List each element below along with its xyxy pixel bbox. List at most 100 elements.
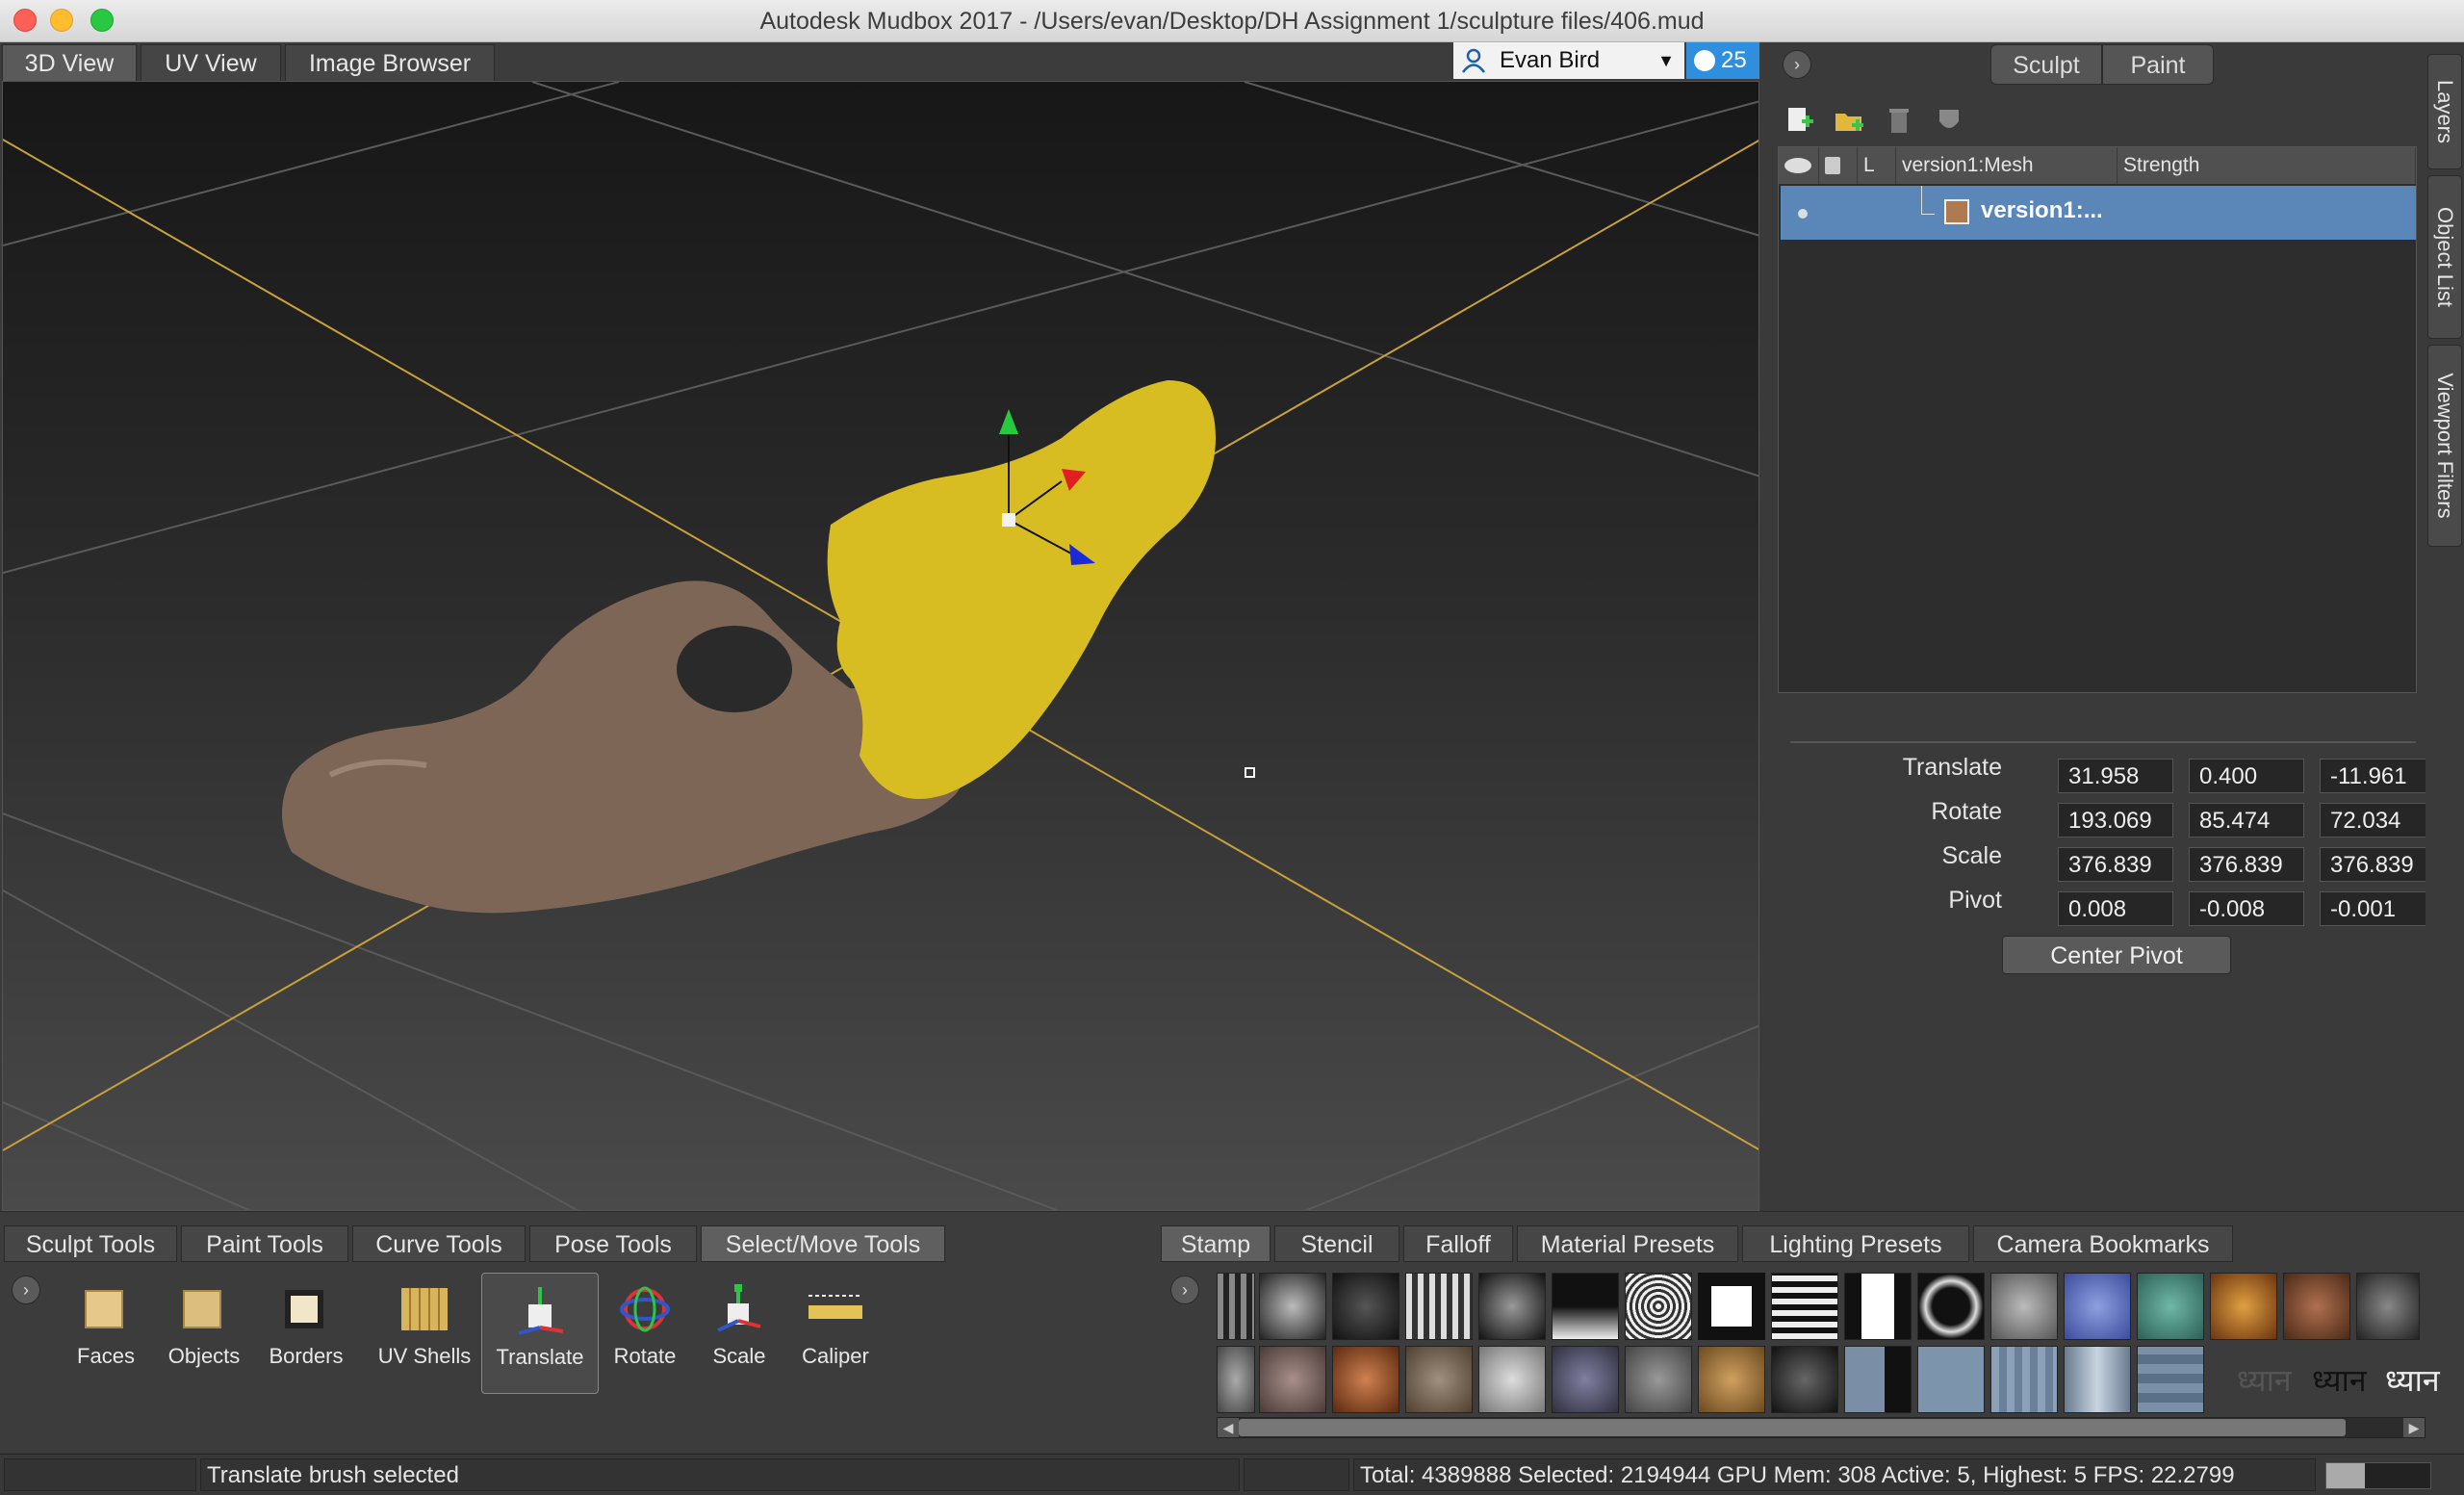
tab-pose-tools[interactable]: Pose Tools <box>529 1225 697 1262</box>
rotate-label: Rotate <box>1931 798 2002 825</box>
stamp-text-thumbnail[interactable]: ध्यान <box>2385 1359 2440 1401</box>
tab-stamp[interactable]: Stamp <box>1161 1225 1270 1262</box>
cursor-marker <box>1245 767 1255 778</box>
translate-tool-label: Translate <box>496 1345 584 1369</box>
objects-tool-button[interactable]: Objects <box>156 1273 252 1388</box>
stamp-thumbnail[interactable] <box>1405 1346 1473 1413</box>
stamp-thumbnail[interactable] <box>1771 1346 1838 1413</box>
eye-icon <box>1784 158 1811 173</box>
pivot-y-field[interactable]: -0.008 <box>2189 891 2304 926</box>
tab-curve-tools[interactable]: Curve Tools <box>352 1225 526 1262</box>
tab-uv-view[interactable]: UV View <box>141 44 281 81</box>
stamp-thumbnail[interactable] <box>1625 1273 1692 1340</box>
notifications-badge[interactable]: 25 <box>1686 42 1759 79</box>
stamp-thumbnail[interactable] <box>2137 1346 2204 1413</box>
translate-tool-button[interactable]: Translate <box>481 1273 599 1394</box>
stamp-thumbnail[interactable] <box>2064 1273 2131 1340</box>
uv-shells-tool-button[interactable]: UV Shells <box>372 1273 477 1388</box>
delete-layer-icon[interactable] <box>1883 104 1915 137</box>
layers-table: L version1:Mesh Strength version1:... <box>1778 146 2417 693</box>
stamp-thumbnail[interactable] <box>1917 1273 1985 1340</box>
stamp-thumbnail[interactable] <box>1771 1273 1838 1340</box>
stamp-thumbnail[interactable] <box>1332 1346 1399 1413</box>
stamp-thumbnail[interactable] <box>1917 1346 1985 1413</box>
uv-shells-tool-label: UV Shells <box>377 1344 472 1368</box>
pivot-x-field[interactable]: 0.008 <box>2058 891 2173 926</box>
tool-tray-expand-button[interactable]: › <box>12 1276 40 1304</box>
stamp-thumbnail[interactable] <box>1478 1346 1546 1413</box>
stamp-text-thumbnail[interactable]: ध्यान <box>2237 1359 2292 1401</box>
tab-3d-view[interactable]: 3D View <box>2 44 137 81</box>
stamp-thumbnail[interactable] <box>1217 1346 1255 1413</box>
stamp-thumbnail[interactable] <box>1478 1273 1546 1340</box>
translate-x-field[interactable]: 31.958 <box>2058 759 2173 793</box>
stamp-tray-expand-button[interactable]: › <box>1170 1276 1199 1304</box>
scale-y-field[interactable]: 376.839 <box>2189 847 2304 882</box>
mask-layer-icon[interactable] <box>1933 104 1965 137</box>
collapse-panel-button[interactable]: › <box>1783 50 1811 79</box>
stamp-thumbnail[interactable] <box>2356 1273 2420 1340</box>
tab-select-move-tools[interactable]: Select/Move Tools <box>701 1225 945 1262</box>
rotate-z-field[interactable]: 72.034 <box>2320 803 2435 838</box>
tab-object-list[interactable]: Object List <box>2427 175 2462 339</box>
side-tab-strip: Layers Object List Viewport Filters <box>2426 42 2464 1211</box>
tab-layers[interactable]: Layers <box>2427 54 2462 169</box>
tab-camera-bookmarks[interactable]: Camera Bookmarks <box>1973 1225 2233 1262</box>
center-pivot-button[interactable]: Center Pivot <box>2002 936 2231 974</box>
rotate-y-field[interactable]: 85.474 <box>2189 803 2304 838</box>
stamp-thumbnail[interactable] <box>1405 1273 1473 1340</box>
tab-lighting-presets[interactable]: Lighting Presets <box>1742 1225 1969 1262</box>
stamp-thumbnail[interactable] <box>1259 1273 1326 1340</box>
hand-mesh-yellow[interactable] <box>827 380 1216 799</box>
rotate-x-field[interactable]: 193.069 <box>2058 803 2173 838</box>
tab-stencil[interactable]: Stencil <box>1274 1225 1399 1262</box>
layer-row[interactable]: version1:... <box>1781 186 2416 240</box>
stamp-thumbnail[interactable] <box>1552 1346 1619 1413</box>
translate-y-field[interactable]: 0.400 <box>2189 759 2304 793</box>
stamp-text-thumbnail[interactable]: ध्यान <box>2312 1359 2367 1401</box>
new-layer-icon[interactable] <box>1783 104 1815 137</box>
scroll-left-arrow[interactable]: ◀ <box>1218 1418 1239 1437</box>
stamp-thumbnail[interactable] <box>2137 1273 2204 1340</box>
scrollbar-thumb[interactable] <box>1239 1419 2346 1436</box>
faces-tool-button[interactable]: Faces <box>58 1273 154 1388</box>
scroll-right-arrow[interactable]: ▶ <box>2403 1418 2425 1437</box>
stamp-thumbnail[interactable] <box>2210 1273 2277 1340</box>
tab-viewport-filters[interactable]: Viewport Filters <box>2427 345 2462 547</box>
stamp-thumbnail[interactable] <box>1990 1273 2058 1340</box>
caliper-tool-label: Caliper <box>802 1344 869 1368</box>
tab-paint[interactable]: Paint <box>2102 44 2214 85</box>
visible-dot[interactable] <box>1798 209 1808 219</box>
tab-image-browser[interactable]: Image Browser <box>285 44 495 81</box>
tab-falloff[interactable]: Falloff <box>1403 1225 1513 1262</box>
scale-x-field[interactable]: 376.839 <box>2058 847 2173 882</box>
stamp-thumbnail[interactable] <box>2283 1273 2350 1340</box>
stamp-thumbnail[interactable] <box>2064 1346 2131 1413</box>
3d-viewport[interactable] <box>2 81 1759 1211</box>
stamp-thumbnail[interactable] <box>1552 1273 1619 1340</box>
scale-icon <box>712 1282 766 1336</box>
tab-sculpt[interactable]: Sculpt <box>1990 44 2102 85</box>
stamp-thumbnail[interactable] <box>1844 1273 1912 1340</box>
user-account-dropdown[interactable]: Evan Bird ▼ <box>1453 42 1684 79</box>
stamp-thumbnail[interactable] <box>1990 1346 2058 1413</box>
rotate-tool-button[interactable]: Rotate <box>597 1273 693 1388</box>
scale-z-field[interactable]: 376.839 <box>2320 847 2435 882</box>
caliper-tool-button[interactable]: Caliper <box>787 1273 884 1388</box>
new-folder-icon[interactable] <box>1833 104 1865 137</box>
tab-paint-tools[interactable]: Paint Tools <box>181 1225 348 1262</box>
stamp-scrollbar[interactable]: ◀ ▶ <box>1217 1417 2426 1438</box>
scale-tool-button[interactable]: Scale <box>691 1273 787 1388</box>
pivot-z-field[interactable]: -0.001 <box>2320 891 2435 926</box>
tab-sculpt-tools[interactable]: Sculpt Tools <box>4 1225 177 1262</box>
stamp-thumbnail[interactable] <box>1217 1273 1255 1340</box>
translate-z-field[interactable]: -11.961 <box>2320 759 2435 793</box>
stamp-thumbnail[interactable] <box>1844 1346 1912 1413</box>
stamp-thumbnail[interactable] <box>1332 1273 1399 1340</box>
stamp-thumbnail[interactable] <box>1698 1273 1765 1340</box>
stamp-thumbnail[interactable] <box>1698 1346 1765 1413</box>
tab-material-presets[interactable]: Material Presets <box>1517 1225 1738 1262</box>
stamp-thumbnail[interactable] <box>1259 1346 1326 1413</box>
stamp-thumbnail[interactable] <box>1625 1346 1692 1413</box>
borders-tool-button[interactable]: Borders <box>258 1273 354 1388</box>
